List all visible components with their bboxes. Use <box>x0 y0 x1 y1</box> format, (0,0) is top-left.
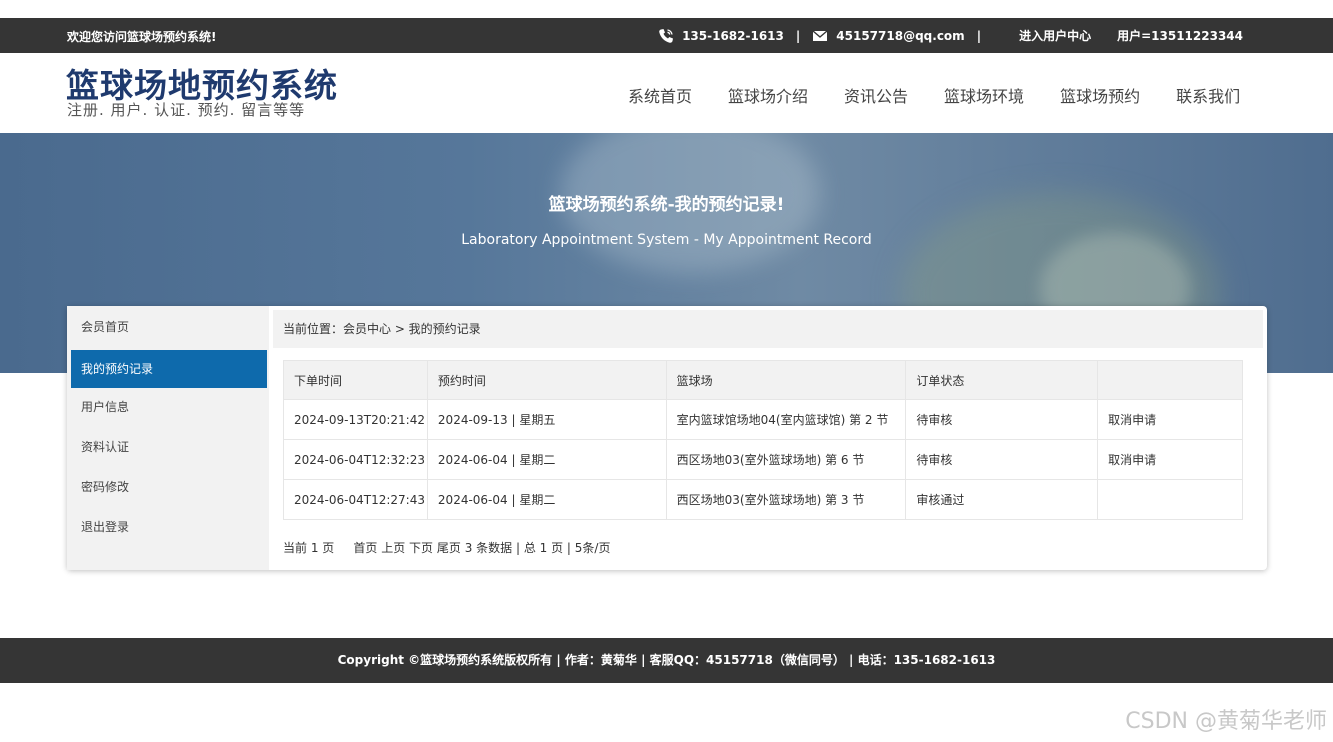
nav-item-environment[interactable]: 篮球场环境 <box>944 83 1024 107</box>
order-time: 2024-09-13T20:21:42 <box>283 399 428 440</box>
action-cell <box>1097 479 1243 520</box>
banner-title: 篮球场预约系统-我的预约记录! <box>548 195 785 215</box>
table-row: 2024-09-13T20:21:42 2024-09-13 | 星期五 室内篮… <box>283 399 1243 440</box>
cancel-request-link[interactable]: 取消申请 <box>1097 399 1243 440</box>
order-time: 2024-06-04T12:32:23 <box>283 439 428 480</box>
nav-item-court-intro[interactable]: 篮球场介绍 <box>728 83 808 107</box>
nav-item-home[interactable]: 系统首页 <box>628 83 692 107</box>
pager-summary: 3 条数据 | 总 1 页 | 5条/页 <box>464 541 611 555</box>
order-status: 待审核 <box>905 399 1099 440</box>
court-name: 室内篮球馆场地04(室内篮球馆) 第 2 节 <box>665 399 907 440</box>
cancel-request-link[interactable]: 取消申请 <box>1097 439 1243 480</box>
sidebar-item-password[interactable]: 密码修改 <box>71 468 267 506</box>
bookings-table: 下单时间 预约时间 篮球场 订单状态 2024-09-13T20:21:42 2… <box>283 360 1243 520</box>
order-status: 待审核 <box>905 439 1099 480</box>
pager-last[interactable]: 尾页 <box>437 541 461 555</box>
sidebar-item-member-home[interactable]: 会员首页 <box>71 308 267 346</box>
booking-date: 2024-06-04 | 星期二 <box>426 439 667 480</box>
pager-prev[interactable]: 上页 <box>381 541 405 555</box>
column-header: 下单时间 <box>283 360 428 400</box>
email-text: 45157718@qq.com <box>836 28 965 43</box>
welcome-text: 欢迎您访问篮球场预约系统! <box>67 30 217 44</box>
column-header: 预约时间 <box>426 360 667 400</box>
phone-icon <box>659 28 674 43</box>
mail-icon <box>812 29 828 41</box>
pager-current: 当前 1 页 <box>283 541 335 555</box>
table-row: 2024-06-04T12:32:23 2024-06-04 | 星期二 西区场… <box>283 439 1243 480</box>
court-name: 西区场地03(室外篮球场地) 第 6 节 <box>665 439 907 480</box>
sidebar-item-my-bookings[interactable]: 我的预约记录 <box>71 350 267 388</box>
site-header: 篮球场地预约系统 注册. 用户. 认证. 预约. 留言等等 系统首页 篮球场介绍… <box>0 53 1333 133</box>
separator: | <box>795 28 801 43</box>
table-row: 2024-06-04T12:27:43 2024-06-04 | 星期二 西区场… <box>283 479 1243 520</box>
separator: | <box>976 28 982 43</box>
user-account-link[interactable]: 用户=13511223344 <box>1117 27 1243 44</box>
court-name: 西区场地03(室外篮球场地) 第 3 节 <box>665 479 907 520</box>
pager-first[interactable]: 首页 <box>353 541 377 555</box>
user-center-link[interactable]: 进入用户中心 <box>1019 27 1091 44</box>
member-sidebar: 会员首页 我的预约记录 用户信息 资料认证 密码修改 退出登录 <box>67 306 269 570</box>
column-header: 订单状态 <box>905 360 1099 400</box>
sidebar-item-logout[interactable]: 退出登录 <box>71 508 267 546</box>
sidebar-item-user-info[interactable]: 用户信息 <box>71 388 267 426</box>
main-content: 当前位置：会员中心 > 我的预约记录 下单时间 预约时间 篮球场 订单状态 20… <box>273 310 1263 555</box>
top-bar-right: 135-1682-1613 | 45157718@qq.com | 进入用户中心… <box>658 27 1243 44</box>
pager-next[interactable]: 下页 <box>409 541 433 555</box>
phone-text: 135-1682-1613 <box>682 28 784 43</box>
top-bar: 欢迎您访问篮球场预约系统! 135-1682-1613 | 45157718@q… <box>0 18 1333 53</box>
pagination: 当前 1 页 首页 上页 下页 尾页 3 条数据 | 总 1 页 | 5条/页 <box>283 539 610 556</box>
breadcrumb: 当前位置：会员中心 > 我的预约记录 <box>273 310 1263 348</box>
banner-subtitle: Laboratory Appointment System - My Appoi… <box>461 232 872 248</box>
site-subtitle: 注册. 用户. 认证. 预约. 留言等等 <box>67 101 306 119</box>
site-footer: Copyright ©篮球场预约系统版权所有 | 作者：黄菊华 | 客服QQ：4… <box>0 638 1333 683</box>
watermark: CSDN @黄菊华老师 <box>1125 709 1327 734</box>
order-status: 审核通过 <box>905 479 1099 520</box>
order-time: 2024-06-04T12:27:43 <box>283 479 428 520</box>
column-header <box>1097 360 1243 400</box>
table-header-row: 下单时间 预约时间 篮球场 订单状态 <box>283 360 1243 400</box>
main-nav: 系统首页 篮球场介绍 资讯公告 篮球场环境 篮球场预约 联系我们 <box>628 83 1240 107</box>
booking-date: 2024-09-13 | 星期五 <box>426 399 667 440</box>
nav-item-contact[interactable]: 联系我们 <box>1176 83 1240 107</box>
sidebar-item-verification[interactable]: 资料认证 <box>71 428 267 466</box>
member-panel: 会员首页 我的预约记录 用户信息 资料认证 密码修改 退出登录 当前位置：会员中… <box>67 306 1267 570</box>
nav-item-booking[interactable]: 篮球场预约 <box>1060 83 1140 107</box>
column-header: 篮球场 <box>665 360 907 400</box>
nav-item-news[interactable]: 资讯公告 <box>844 83 908 107</box>
booking-date: 2024-06-04 | 星期二 <box>426 479 667 520</box>
